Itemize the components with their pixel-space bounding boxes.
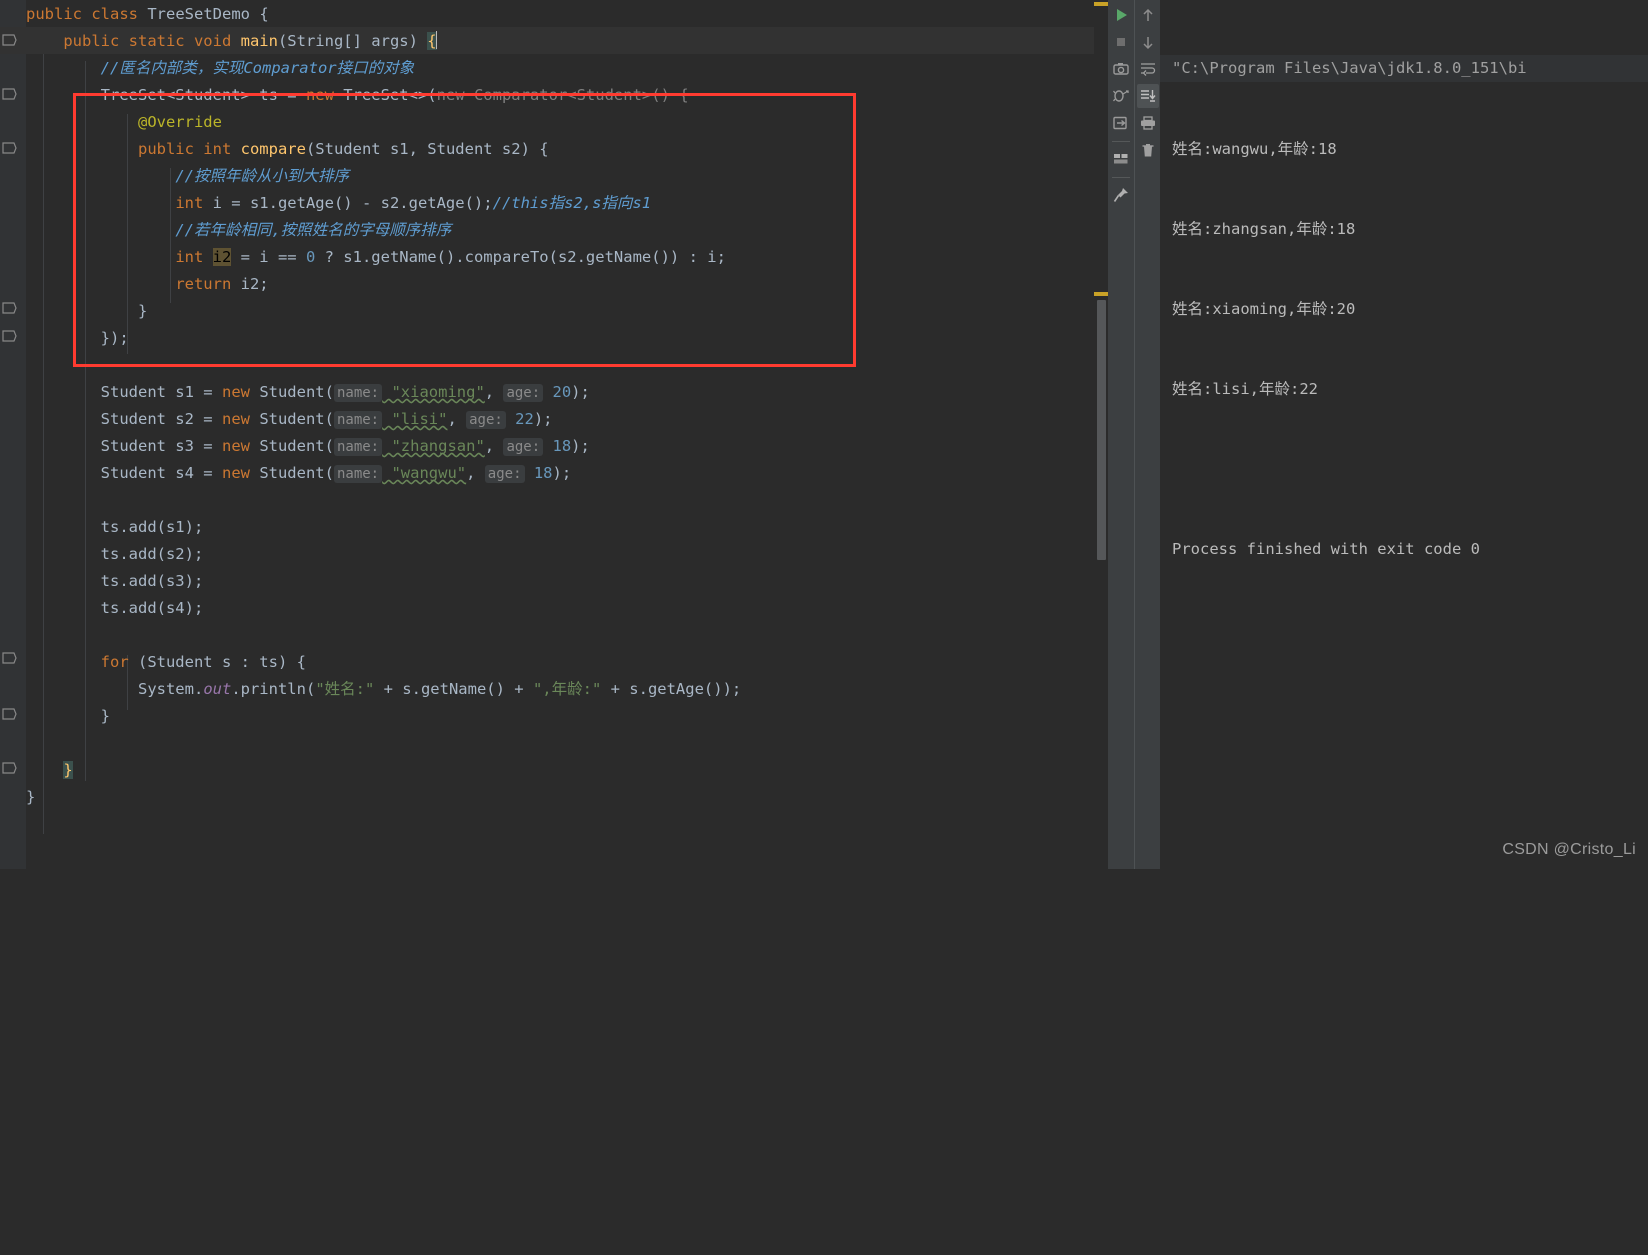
code-line: Student s2 = new Student(name: "lisi", a…	[100, 410, 553, 429]
fold-arrow-icon[interactable]	[2, 330, 17, 343]
code-line: //按照年龄从小到大排序	[175, 167, 349, 185]
layout-icon[interactable]	[1110, 147, 1132, 171]
code-line: int i = s1.getAge() - s2.getAge();//this…	[175, 194, 652, 212]
console-line: 姓名:wangwu,年龄:18	[1172, 139, 1337, 158]
scrollbar-marker	[1094, 292, 1108, 296]
watermark: CSDN @Cristo_Li	[1502, 841, 1636, 858]
fold-arrow-icon[interactable]	[2, 762, 17, 775]
fold-arrow-icon[interactable]	[2, 88, 17, 101]
code-text[interactable]: public class TreeSetDemo { public static…	[0, 0, 1108, 869]
console-line: 姓名:lisi,年龄:22	[1172, 379, 1318, 398]
console-output[interactable]: "C:\Program Files\Java\jdk1.8.0_151\bi 姓…	[1160, 0, 1648, 869]
code-line: Student s4 = new Student(name: "wangwu",…	[100, 464, 572, 483]
code-editor[interactable]: public class TreeSetDemo { public static…	[0, 0, 1108, 869]
code-line: return i2;	[175, 275, 269, 293]
fold-arrow-icon[interactable]	[2, 302, 17, 315]
code-line: public int compare(Student s1, Student s…	[137, 140, 549, 158]
code-line: }	[26, 788, 36, 806]
code-line: }	[63, 761, 73, 779]
console-command-line: "C:\Program Files\Java\jdk1.8.0_151\bi	[1160, 55, 1648, 83]
rerun-icon[interactable]	[1110, 3, 1132, 27]
run-tool-window: "C:\Program Files\Java\jdk1.8.0_151\bi 姓…	[1108, 0, 1648, 869]
screenshot-icon[interactable]	[1110, 57, 1132, 81]
print-icon[interactable]	[1137, 111, 1159, 135]
editor-scrollbar[interactable]	[1094, 0, 1108, 869]
stop-icon[interactable]	[1110, 30, 1132, 54]
fold-arrow-icon[interactable]	[2, 142, 17, 155]
toolbar-divider	[1112, 141, 1130, 142]
code-line: System.out.println("姓名:" + s.getName() +…	[137, 680, 742, 698]
code-line: @Override	[137, 113, 222, 131]
export-icon[interactable]	[1110, 111, 1132, 135]
fold-arrow-icon[interactable]	[2, 652, 17, 665]
up-arrow-icon[interactable]	[1137, 3, 1159, 27]
code-line: }	[100, 707, 110, 725]
clear-all-trash-icon[interactable]	[1137, 138, 1159, 162]
code-line: ts.add(s1);	[100, 518, 204, 536]
console-exit-line: Process finished with exit code 0	[1172, 539, 1480, 558]
attach-debugger-bug-icon[interactable]	[1110, 84, 1132, 108]
ide-window: public class TreeSetDemo { public static…	[0, 0, 1648, 869]
code-line: public class TreeSetDemo {	[26, 5, 269, 23]
code-line: //匿名内部类，实现Comparator接口的对象	[100, 59, 415, 77]
scrollbar-thumb[interactable]	[1097, 300, 1106, 560]
toolbar-divider	[1112, 177, 1130, 178]
console-line: 姓名:xiaoming,年龄:20	[1172, 299, 1356, 318]
console-line: 姓名:zhangsan,年龄:18	[1172, 219, 1356, 238]
fold-arrow-icon[interactable]	[2, 708, 17, 721]
code-line: ts.add(s2);	[100, 545, 204, 563]
code-line: Student s1 = new Student(name: "xiaoming…	[100, 383, 590, 402]
scrollbar-marker	[1094, 2, 1108, 6]
code-line: ts.add(s3);	[100, 572, 204, 590]
fold-arrow-icon[interactable]	[2, 34, 17, 47]
run-toolbar-left	[1108, 0, 1134, 869]
down-arrow-icon[interactable]	[1137, 30, 1159, 54]
code-line: //若年龄相同,按照姓名的字母顺序排序	[175, 221, 452, 239]
code-line: int i2 = i == 0 ? s1.getName().compareTo…	[175, 248, 726, 266]
code-line: ts.add(s4);	[100, 599, 204, 617]
run-toolbar-right	[1134, 0, 1160, 869]
code-line-caret: public static void main(String[] args) {	[0, 27, 1108, 54]
scroll-to-end-icon[interactable]	[1136, 84, 1159, 108]
code-line: });	[100, 329, 129, 347]
code-line: }	[137, 302, 148, 320]
code-line: Student s3 = new Student(name: "zhangsan…	[100, 437, 590, 456]
pin-icon[interactable]	[1110, 183, 1132, 207]
code-line: for (Student s : ts) {	[100, 653, 306, 671]
soft-wrap-icon[interactable]	[1137, 57, 1159, 81]
code-line: TreeSet<Student> ts = new TreeSet<>(new …	[100, 86, 689, 104]
